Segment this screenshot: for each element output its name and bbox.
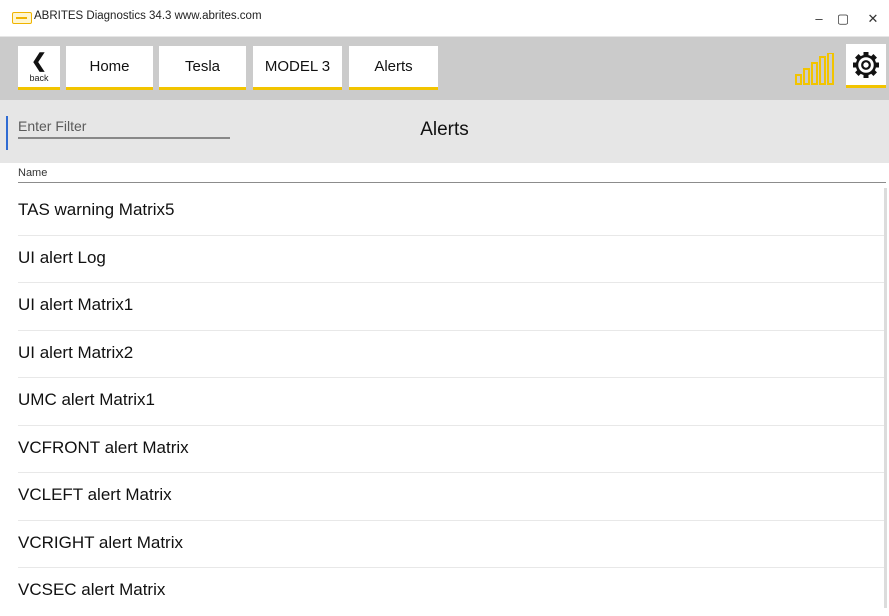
list-item-label: VCRIGHT alert Matrix <box>18 532 183 552</box>
list-item-label: UI alert Log <box>18 247 106 267</box>
list-item[interactable]: UMC alert Matrix1 <box>0 378 889 426</box>
list-item-label: UI alert Matrix2 <box>18 342 134 362</box>
page-title: Alerts <box>420 119 469 140</box>
list-item[interactable]: VCLEFT alert Matrix <box>0 473 889 521</box>
gear-icon <box>853 52 879 78</box>
list-item-label: VCFRONT alert Matrix <box>18 437 189 457</box>
alerts-list: TAS warning Matrix5 UI alert Log UI aler… <box>0 188 889 616</box>
list-item[interactable]: VCSEC alert Matrix <box>0 568 889 616</box>
breadcrumb-alerts[interactable]: Alerts <box>349 46 438 90</box>
list-item-label: VCSEC alert Matrix <box>18 580 166 599</box>
back-label: back <box>29 73 49 83</box>
list-scrollbar[interactable] <box>884 188 887 608</box>
list-item-label: UMC alert Matrix1 <box>18 390 155 409</box>
header-divider <box>18 182 886 183</box>
list-item[interactable]: UI alert Matrix2 <box>0 331 889 378</box>
breadcrumb-model-3[interactable]: MODEL 3 <box>253 46 342 90</box>
close-button[interactable]: ✕ <box>853 8 889 30</box>
list-item-label: UI alert Matrix1 <box>18 295 134 314</box>
breadcrumb-home[interactable]: Home <box>66 46 153 90</box>
settings-button[interactable] <box>846 44 886 88</box>
list-item[interactable]: UI alert Matrix1 <box>0 283 889 331</box>
list-item-label: TAS warning Matrix5 <box>18 200 175 219</box>
list-item[interactable]: TAS warning Matrix5 <box>0 188 889 236</box>
list-item-label: VCLEFT alert Matrix <box>18 485 172 504</box>
list-item[interactable]: UI alert Log <box>0 236 889 283</box>
signal-strength-icon <box>795 53 834 85</box>
column-header-name[interactable]: Name <box>18 167 47 179</box>
window-title: ABRITES Diagnostics 34.3 www.abrites.com <box>34 10 262 22</box>
app-logo-icon <box>12 12 32 24</box>
chevron-left-icon: ❮ <box>31 51 47 72</box>
list-item[interactable]: VCFRONT alert Matrix <box>0 426 889 473</box>
window-titlebar: ABRITES Diagnostics 34.3 www.abrites.com… <box>0 0 889 37</box>
back-button[interactable]: ❮ back <box>18 46 60 90</box>
breadcrumb-tesla[interactable]: Tesla <box>159 46 246 90</box>
list-item[interactable]: VCRIGHT alert Matrix <box>0 521 889 568</box>
